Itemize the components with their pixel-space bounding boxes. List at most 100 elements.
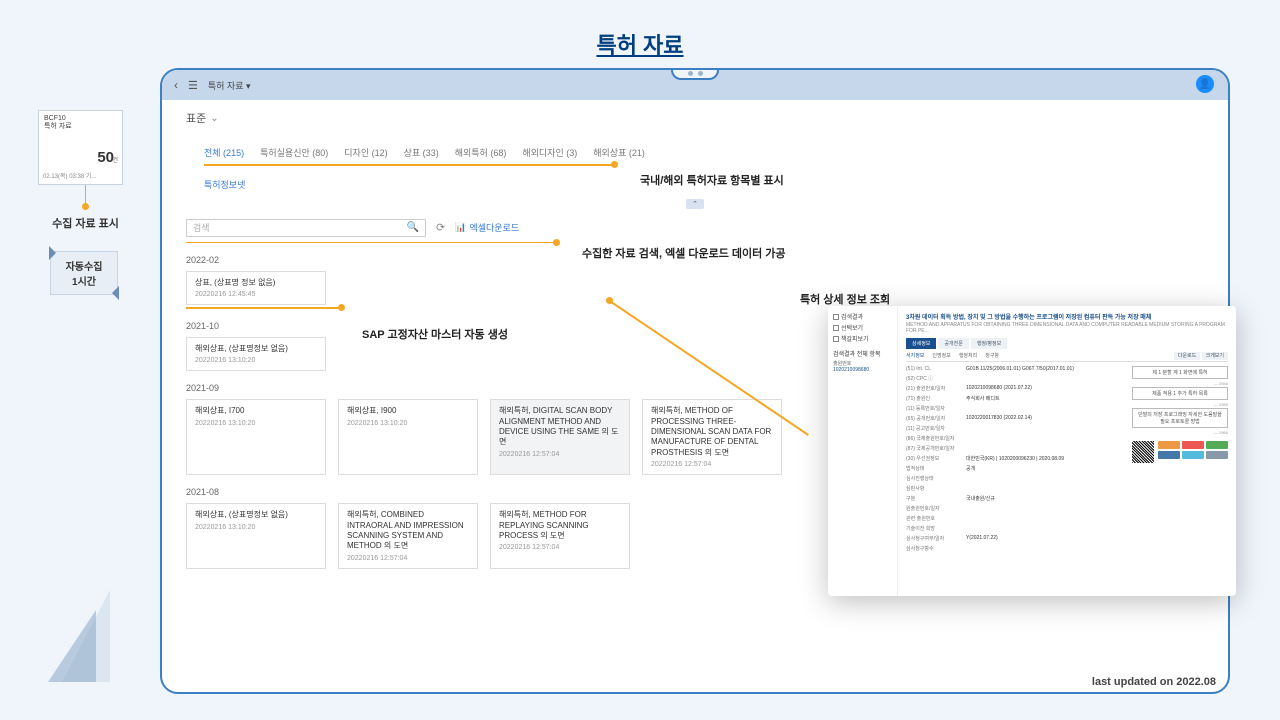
search-placeholder: 검색 bbox=[193, 221, 210, 234]
side-num: — 2950 bbox=[1132, 402, 1228, 407]
opt-3[interactable]: 책갈피보기 bbox=[833, 334, 892, 343]
share-btn[interactable] bbox=[1158, 441, 1180, 449]
detail-row: 기술이전 희망 bbox=[906, 525, 1126, 532]
list-item[interactable]: 해외상표, I700 20220216 13:10:20 bbox=[186, 399, 326, 475]
subtab-4[interactable]: 청구항 bbox=[985, 352, 999, 359]
search-icon[interactable]: 🔍 bbox=[407, 222, 419, 233]
share-btn[interactable] bbox=[1206, 451, 1228, 459]
loop-arrow-icon bbox=[109, 286, 119, 300]
field-value bbox=[966, 475, 1126, 482]
list-item[interactable]: 해외특허, COMBINED INTRAORAL AND IMPRESSION … bbox=[338, 503, 478, 569]
search-row: 검색 🔍 ⟳ 📊 엑셀다운로드 bbox=[186, 219, 1204, 237]
subtab-1[interactable]: 서지정보 bbox=[906, 352, 924, 359]
callout-line bbox=[186, 307, 341, 309]
tab-intl-design[interactable]: 해외디자인 (3) bbox=[522, 146, 577, 159]
list-item[interactable]: 상표, (상표명 정보 없음) 20220216 12:45:45 bbox=[186, 271, 326, 305]
tab-design[interactable]: 디자인 (12) bbox=[344, 146, 387, 159]
opt-2[interactable]: 선택보기 bbox=[833, 323, 892, 332]
share-btn[interactable] bbox=[1182, 451, 1204, 459]
standard-dropdown[interactable]: 표준⌄ bbox=[186, 110, 1204, 126]
tab-all[interactable]: 전체 (215) bbox=[204, 146, 244, 159]
side-box[interactable]: 제 1 분할 계 1 화면에 특허 bbox=[1132, 366, 1228, 379]
tab-trademark[interactable]: 상표 (33) bbox=[404, 146, 439, 159]
detail-popup: 검색결과 선택보기 책갈피보기 검색결과 전체 항목 출원번호 10202100… bbox=[828, 306, 1236, 596]
connector-line bbox=[85, 185, 86, 207]
side-box[interactable]: 제품 적용 1 추가 특허 목록 bbox=[1132, 387, 1228, 400]
detail-tab-2[interactable]: 공개전문 bbox=[938, 338, 968, 349]
field-key: (11) 등록번호/일자 bbox=[906, 405, 966, 412]
side-num: — 2960 bbox=[1132, 430, 1228, 435]
field-value bbox=[966, 485, 1126, 492]
menu-icon[interactable]: ☰ bbox=[188, 79, 198, 92]
card-date: 20220216 12:57:04 bbox=[651, 461, 773, 468]
qr-code bbox=[1132, 441, 1154, 463]
search-input[interactable]: 검색 🔍 bbox=[186, 219, 426, 237]
side-label: 수집 자료 표시 bbox=[38, 215, 133, 231]
zoom-btn[interactable]: 크게보기 bbox=[1202, 352, 1228, 360]
breadcrumb[interactable]: 특허 자료 ▾ bbox=[208, 79, 251, 92]
download-btn[interactable]: 다운로드 bbox=[1174, 352, 1200, 360]
detail-row: (52) CPC ⓘ bbox=[906, 375, 1126, 382]
excel-icon: 📊 bbox=[455, 222, 466, 233]
detail-row: 관련 출원번호 bbox=[906, 515, 1126, 522]
back-icon[interactable]: ‹ bbox=[174, 78, 178, 92]
field-key: 구분 bbox=[906, 495, 966, 502]
field-value bbox=[966, 375, 1126, 382]
field-value: 공개 bbox=[966, 465, 1126, 472]
card-date: 20220216 13:10:20 bbox=[195, 357, 317, 364]
side-box[interactable]: 단말의 저장 프로그래밍 자세한 도움말을 필요 프로토콜 방법 bbox=[1132, 408, 1228, 428]
collapse-icon[interactable]: ⌃ bbox=[686, 199, 704, 209]
field-value: 1020220017830 (2022.02.14) bbox=[966, 415, 1126, 422]
list-item-highlighted[interactable]: 해외특허, DIGITAL SCAN BODY ALIGNMENT METHOD… bbox=[490, 399, 630, 475]
subtab-2[interactable]: 인명정보 bbox=[932, 352, 950, 359]
field-key: 심사진행상태 bbox=[906, 475, 966, 482]
widget-time: 02.13(목) 03:38 기... bbox=[43, 171, 96, 180]
card-date: 20220216 13:10:20 bbox=[195, 420, 317, 427]
share-btn[interactable] bbox=[1158, 451, 1180, 459]
avatar[interactable]: 👤 bbox=[1196, 75, 1214, 93]
detail-side-boxes: 제 1 분할 계 1 화면에 특허 — 2940 제품 적용 1 추가 특허 목… bbox=[1132, 366, 1228, 555]
list-item[interactable]: 해외상표, (상표명정보 없음) 20220216 13:10:20 bbox=[186, 503, 326, 569]
field-value bbox=[966, 525, 1126, 532]
decor-triangle bbox=[48, 610, 96, 682]
list-item[interactable]: 해외특허, METHOD FOR REPLAYING SCANNING PROC… bbox=[490, 503, 630, 569]
list-item[interactable]: 해외상표, I900 20220216 13:10:20 bbox=[338, 399, 478, 475]
detail-subtabs: 서지정보 인명정보 행정처리 청구항 다운로드 크게보기 bbox=[906, 352, 1228, 362]
field-value bbox=[966, 445, 1126, 452]
excel-download-button[interactable]: 📊 엑셀다운로드 bbox=[455, 221, 519, 234]
card-title: 해외특허, DIGITAL SCAN BODY ALIGNMENT METHOD… bbox=[499, 406, 621, 448]
field-key: 심사청구항수 bbox=[906, 545, 966, 552]
detail-row: (11) 등록번호/일자 bbox=[906, 405, 1126, 412]
tab-patent[interactable]: 특허실용신안 (80) bbox=[260, 146, 328, 159]
detail-tab-1[interactable]: 상세정보 bbox=[906, 338, 936, 349]
callout-tabs: 국내/해외 특허자료 항목별 표시 bbox=[640, 172, 784, 188]
list-item[interactable]: 해외특허, METHOD OF PROCESSING THREE-DIMENSI… bbox=[642, 399, 782, 475]
refresh-icon[interactable]: ⟳ bbox=[436, 221, 445, 234]
widget-card[interactable]: BCF10 특허 자료 50 건 02.13(목) 03:38 기... bbox=[38, 110, 123, 185]
field-key: 원출원번호/일자 bbox=[906, 505, 966, 512]
card-date: 20220216 12:57:04 bbox=[347, 555, 469, 562]
detail-row: (51) Int. CLG01B 11/25(2006.01.01) G06T … bbox=[906, 366, 1126, 372]
left-val[interactable]: 1020210098680 bbox=[833, 367, 892, 373]
card-title: 해외특허, COMBINED INTRAORAL AND IMPRESSION … bbox=[347, 510, 469, 552]
share-btn[interactable] bbox=[1206, 441, 1228, 449]
detail-row: (65) 공개번호/일자1020220017830 (2022.02.14) bbox=[906, 415, 1126, 422]
tab-intl-patent[interactable]: 해외특허 (68) bbox=[455, 146, 507, 159]
share-btn[interactable] bbox=[1182, 441, 1204, 449]
opt-1[interactable]: 검색결과 bbox=[833, 312, 892, 321]
card-date: 20220216 13:10:20 bbox=[347, 420, 469, 427]
list-item[interactable]: 해외상표, (상표명정보 없음) 20220216 13:10:20 bbox=[186, 337, 326, 371]
widget-name: 특허 자료 bbox=[44, 123, 117, 131]
field-value: 1020210098680 (2021.07.22) bbox=[966, 385, 1126, 392]
callout-sap: SAP 고정자산 마스터 자동 생성 bbox=[362, 326, 508, 342]
detail-row: 구분국내출원/신규 bbox=[906, 495, 1126, 502]
subtab-3[interactable]: 행정처리 bbox=[959, 352, 977, 359]
field-value bbox=[966, 405, 1126, 412]
tab-intl-trademark[interactable]: 해외상표 (21) bbox=[593, 146, 645, 159]
last-updated: last updated on 2022.08 bbox=[1092, 676, 1216, 688]
page-title: 특허 자료 bbox=[596, 28, 683, 60]
detail-tab-3[interactable]: 행정/평정보 bbox=[971, 338, 1007, 349]
field-key: (21) 출원번호/일자 bbox=[906, 385, 966, 392]
card-date: 20220216 12:57:04 bbox=[499, 451, 621, 458]
detail-row: 법적상태공개 bbox=[906, 465, 1126, 472]
